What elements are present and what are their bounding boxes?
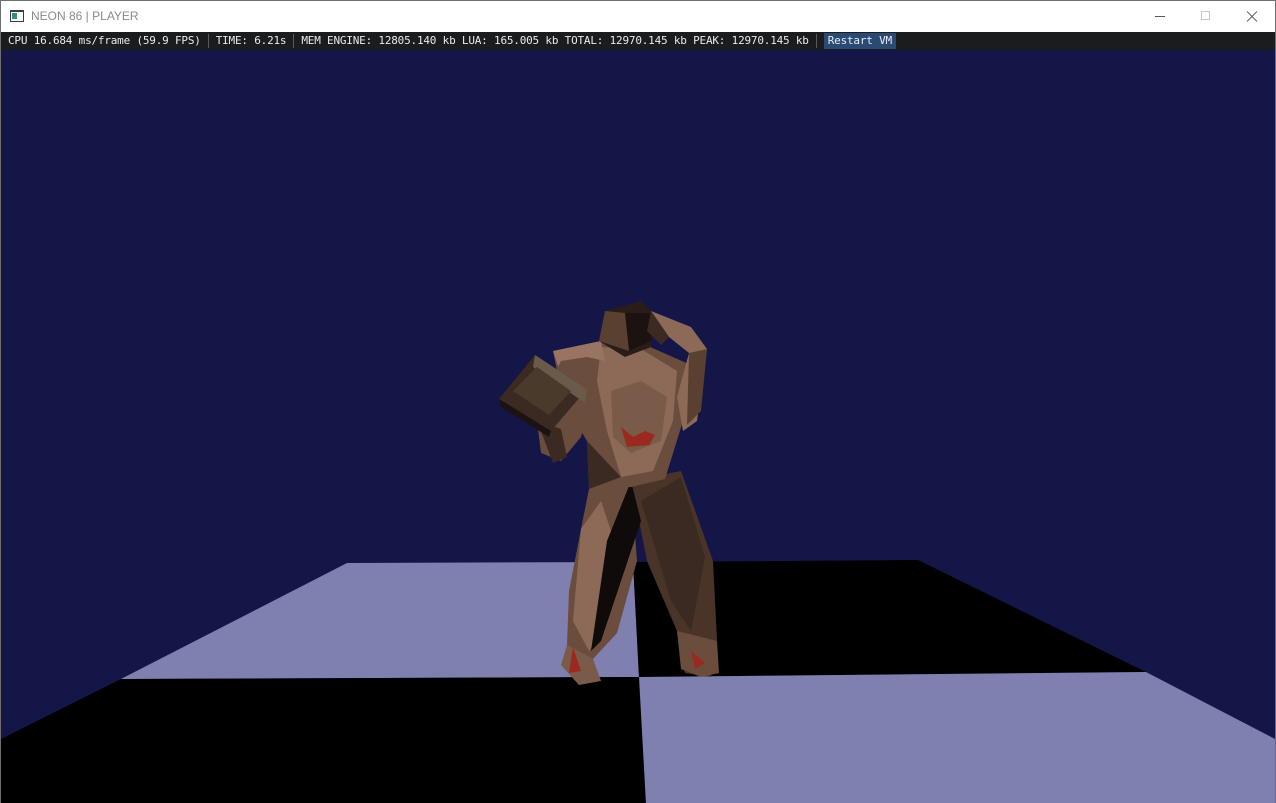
- player-window: NEON 86 | PLAYER CPU 16.684 ms/frame (59…: [0, 0, 1276, 803]
- minimize-icon[interactable]: [1137, 1, 1183, 31]
- title-bar[interactable]: NEON 86 | PLAYER: [1, 1, 1275, 32]
- scene-canvas: [1, 50, 1275, 803]
- cpu-stat: CPU 16.684 ms/frame (59.9 FPS): [8, 34, 201, 47]
- stats-bar: CPU 16.684 ms/frame (59.9 FPS) TIME: 6.2…: [1, 32, 1275, 50]
- floor-tile-dark: [1, 677, 646, 803]
- restart-vm-button[interactable]: Restart VM: [823, 33, 896, 49]
- floor-tile-light: [639, 672, 1275, 803]
- render-viewport[interactable]: [1, 50, 1275, 803]
- stats-divider: [815, 34, 817, 48]
- time-stat: TIME: 6.21s: [215, 34, 287, 47]
- memory-stat: MEM ENGINE: 12805.140 kb LUA: 165.005 kb…: [301, 34, 809, 47]
- window-title: NEON 86 | PLAYER: [31, 9, 139, 23]
- close-icon[interactable]: [1229, 1, 1275, 31]
- app-window-icon: [10, 10, 24, 22]
- maximize-icon[interactable]: [1183, 1, 1229, 31]
